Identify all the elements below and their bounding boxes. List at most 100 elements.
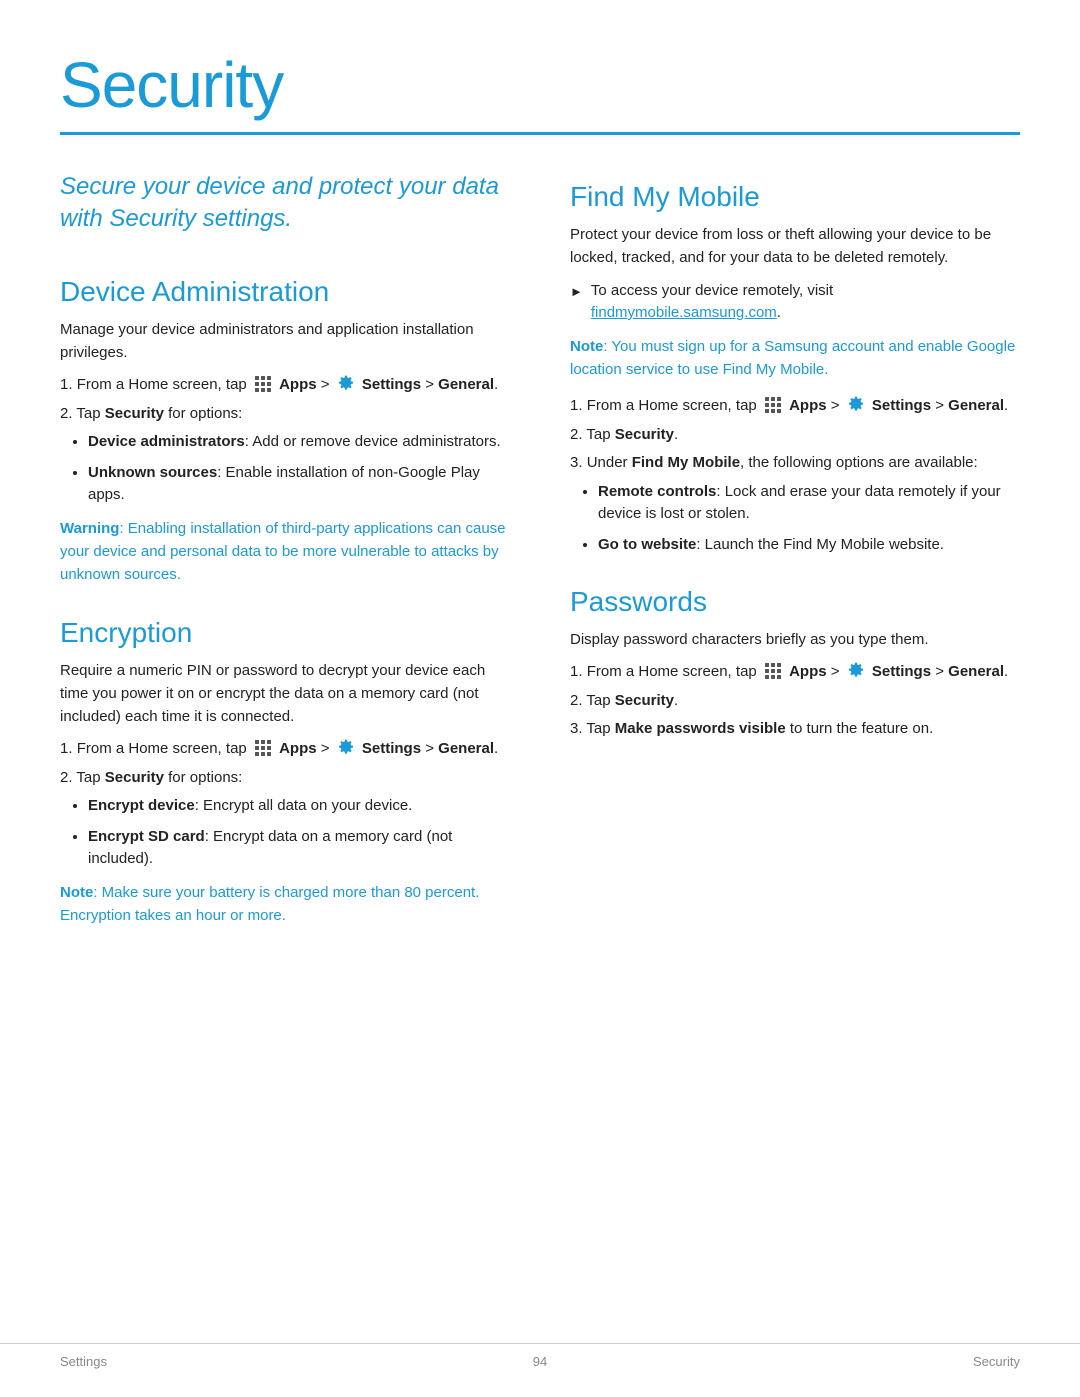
step-text: Tap Security. <box>586 426 678 443</box>
step-item: 1. From a Home screen, tap <box>60 374 510 397</box>
note-text: : You must sign up for a Samsung account… <box>570 338 1015 378</box>
footer-right: Security <box>973 1354 1020 1369</box>
step-item: 3. Tap Make passwords visible to turn th… <box>570 718 1020 741</box>
passwords-section: Passwords Display password characters br… <box>570 586 1020 741</box>
footer-center: 94 <box>533 1354 547 1369</box>
step-text: From a Home screen, tap <box>77 740 499 757</box>
step-number: 3. <box>570 454 587 471</box>
note-text: : Make sure your battery is charged more… <box>60 884 479 924</box>
settings-label: Settings <box>362 740 421 757</box>
security-bold: Security <box>105 405 164 422</box>
step-text: Tap Make passwords visible to turn the f… <box>586 720 933 737</box>
bullet-desc: : Launch the Find My Mobile website. <box>696 536 944 553</box>
bullet-item: Encrypt SD card: Encrypt data on a memor… <box>88 826 510 871</box>
section-title-device-administration: Device Administration <box>60 276 510 308</box>
step-number: 2. <box>60 405 76 422</box>
page-title: Security <box>60 48 1020 122</box>
settings-icon <box>336 374 356 394</box>
arrow-icon: ► <box>570 282 583 302</box>
step-number: 2. <box>570 692 586 709</box>
footer: Settings 94 Security <box>0 1343 1080 1369</box>
general-label: General <box>438 740 494 757</box>
step-item: 2. Tap Security. <box>570 690 1020 713</box>
step-text: From a Home screen, tap <box>77 376 499 393</box>
find-my-mobile-body: Protect your device from loss or theft a… <box>570 223 1020 270</box>
intro-text: Secure your device and protect your data… <box>60 171 510 236</box>
findmymobile-link[interactable]: findmymobile.samsung.com <box>591 304 777 321</box>
security-bold: Security <box>105 769 164 786</box>
encryption-note: Note: Make sure your battery is charged … <box>60 881 510 928</box>
bullet-term: Device administrators <box>88 433 245 450</box>
passwords-steps: 1. From a Home screen, tap <box>570 661 1020 741</box>
settings-label: Settings <box>362 376 421 393</box>
make-passwords-visible-bold: Make passwords visible <box>615 720 786 737</box>
step-text: From a Home screen, tap <box>587 397 1009 414</box>
bullet-term: Remote controls <box>598 483 716 500</box>
settings-label: Settings <box>872 663 931 680</box>
step-number: 1. <box>60 376 77 393</box>
step-item: 1. From a Home screen, tap <box>570 395 1020 418</box>
note-label: Note <box>570 338 603 355</box>
step-item: 2. Tap Security for options: Device admi… <box>60 403 510 507</box>
find-my-mobile-steps: 1. From a Home screen, tap <box>570 395 1020 556</box>
bullet-term: Encrypt SD card <box>88 828 205 845</box>
step-text: Tap Security for options: <box>76 769 242 786</box>
encryption-steps: 1. From a Home screen, tap <box>60 738 510 871</box>
find-my-mobile-options: Remote controls: Lock and erase your dat… <box>598 481 1020 557</box>
security-bold: Security <box>615 692 674 709</box>
bullet-item: Remote controls: Lock and erase your dat… <box>598 481 1020 526</box>
bullet-term: Go to website <box>598 536 696 553</box>
device-administration-steps: 1. From a Home screen, tap <box>60 374 510 507</box>
step-item: 3. Under Find My Mobile, the following o… <box>570 452 1020 556</box>
encryption-body: Require a numeric PIN or password to dec… <box>60 659 510 729</box>
apps-icon <box>763 395 783 415</box>
apps-label: Apps <box>789 397 827 414</box>
settings-icon <box>336 738 356 758</box>
settings-icon <box>846 395 866 415</box>
step-text: Under Find My Mobile, the following opti… <box>587 454 978 471</box>
warning-text: : Enabling installation of third-party a… <box>60 520 506 584</box>
settings-label: Settings <box>872 397 931 414</box>
step-item: 2. Tap Security for options: Encrypt dev… <box>60 767 510 871</box>
note-label: Note <box>60 884 93 901</box>
step-number: 2. <box>570 426 586 443</box>
footer-left: Settings <box>60 1354 107 1369</box>
section-title-find-my-mobile: Find My Mobile <box>570 181 1020 213</box>
title-divider <box>60 132 1020 135</box>
passwords-body: Display password characters briefly as y… <box>570 628 1020 651</box>
content-columns: Secure your device and protect your data… <box>60 171 1020 945</box>
bullet-term: Unknown sources <box>88 464 217 481</box>
section-title-passwords: Passwords <box>570 586 1020 618</box>
encryption-options: Encrypt device: Encrypt all data on your… <box>88 795 510 871</box>
step-item: 2. Tap Security. <box>570 424 1020 447</box>
bullet-item: Device administrators: Add or remove dev… <box>88 431 510 454</box>
apps-icon <box>253 738 273 758</box>
apps-label: Apps <box>279 740 317 757</box>
general-label: General <box>438 376 494 393</box>
page: Security Secure your device and protect … <box>0 0 1080 1025</box>
bullet-item: Go to website: Launch the Find My Mobile… <box>598 534 1020 557</box>
step-item: 1. From a Home screen, tap <box>60 738 510 761</box>
apps-icon <box>763 661 783 681</box>
find-my-mobile-arrow-point: ► To access your device remotely, visit … <box>570 280 1020 325</box>
bullet-desc: : Add or remove device administrators. <box>245 433 501 450</box>
step-number: 1. <box>60 740 77 757</box>
step-number: 1. <box>570 397 587 414</box>
step-number: 2. <box>60 769 76 786</box>
apps-label: Apps <box>789 663 827 680</box>
settings-icon <box>846 661 866 681</box>
apps-label: Apps <box>279 376 317 393</box>
warning-label: Warning <box>60 520 119 537</box>
right-column: Find My Mobile Protect your device from … <box>570 171 1020 945</box>
security-bold: Security <box>615 426 674 443</box>
step-text: Tap Security. <box>586 692 678 709</box>
device-admin-warning: Warning: Enabling installation of third-… <box>60 517 510 587</box>
bullet-item: Encrypt device: Encrypt all data on your… <box>88 795 510 818</box>
step-number: 1. <box>570 663 587 680</box>
bullet-term: Encrypt device <box>88 797 195 814</box>
step-text: Tap Security for options: <box>76 405 242 422</box>
step-item: 1. From a Home screen, tap <box>570 661 1020 684</box>
step-number: 3. <box>570 720 586 737</box>
bullet-desc: : Encrypt all data on your device. <box>195 797 413 814</box>
apps-icon <box>253 374 273 394</box>
